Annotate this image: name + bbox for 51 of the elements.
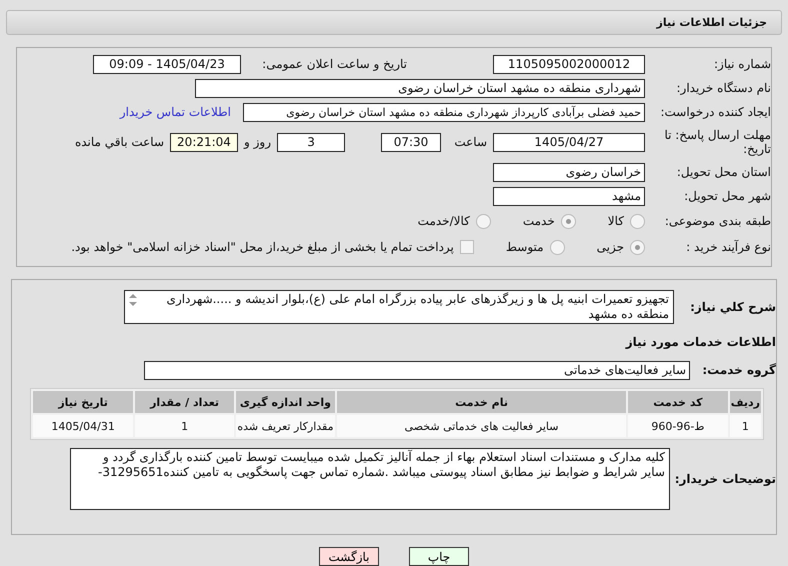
column-header: کد خدمت	[628, 391, 728, 413]
table-cell: 1	[730, 415, 761, 437]
column-header: ردیف	[730, 391, 761, 413]
field-label: ایجاد کننده درخواست:	[659, 105, 771, 119]
back-button[interactable]: بازگشت	[319, 547, 379, 566]
column-header: تعداد / مقدار	[135, 391, 234, 413]
category-radio[interactable]: خدمت	[522, 214, 576, 228]
process-radio[interactable]: متوسط	[506, 240, 565, 254]
deadline-date-field: 1405/04/27	[493, 132, 645, 152]
province-field: خراسان رضوی	[493, 162, 645, 182]
table-cell: ط-96-960	[628, 415, 728, 437]
field-label: توضیحات خریدار:	[676, 472, 776, 486]
field-label: شهر محل تحویل:	[683, 189, 771, 203]
buyer-field: شهرداری منطقه ده مشهد استان خراسان رضوی	[195, 78, 645, 98]
print-button[interactable]: چاپ	[409, 547, 469, 566]
category-radio[interactable]: کالا	[608, 214, 645, 228]
buyer-notes-textarea[interactable]: کلیه مدارک و مستندات اسناد استعلام بهاء از جمله آنالیز تکمیل شده میبایست توسط تامین کننده بارگذاری گردد و سایر شرایط و ضوابط نیز مطابق اسناد پیوستی میباشد .شماره تماس جهت پاسخگویی به تامین کننده31295651-	[70, 448, 670, 510]
time-label: ساعت	[453, 135, 487, 149]
buyer-contact-link[interactable]: اطلاعات تماس خریدار	[120, 105, 231, 119]
city-field: مشهد	[493, 186, 645, 206]
field-label: شرح کلي نیاز:	[689, 300, 776, 314]
column-header: تاریخ نیاز	[33, 391, 134, 413]
field-label: شماره نیاز:	[713, 57, 771, 71]
table-cell: سایر فعالیت های خدماتی شخصی	[336, 415, 626, 437]
remaining-time-field: 20:21:04	[170, 132, 238, 152]
days-field: 3	[277, 132, 345, 152]
creator-field: حمید فضلی برآبادی کارپرداز شهرداری منطقه ده مشهد استان خراسان رضوی	[243, 102, 645, 122]
field-label: نوع فرآیند خرید :	[685, 240, 771, 254]
days-label: روز و	[244, 135, 271, 149]
category-radio[interactable]: کالا/خدمت	[418, 214, 491, 228]
announce-date-field: 1405/04/23 - 09:09	[93, 54, 241, 74]
field-label: استان محل تحویل:	[676, 165, 771, 179]
table-cell: 1405/04/31	[33, 415, 134, 437]
remaining-label: ساعت باقي مانده	[74, 135, 164, 149]
process-radio[interactable]: جزیی	[596, 240, 645, 254]
table-cell: 1	[135, 415, 234, 437]
field-label: تاریخ و ساعت اعلان عمومی:	[261, 57, 407, 71]
field-label: گروه خدمت:	[701, 363, 776, 377]
section-heading: اطلاعات خدمات مورد نیاز	[626, 335, 776, 349]
treasury-checkbox[interactable]: پرداخت تمام یا بخشی از مبلغ خرید،از محل "اسناد خزانه اسلامی" خواهد بود.	[71, 240, 474, 254]
field-label: مهلت ارسال پاسخ: تا تاریخ:	[663, 128, 771, 156]
field-label: طبقه بندی موضوعی:	[664, 214, 771, 228]
description-textarea[interactable]: تجهیزو تعمیرات ابنیه پل ها و زیرگذرهای عابر پیاده بزرگراه امام علی (ع)،بلوار اندیشه و .....شهرداری منطقه ده مشهد	[124, 290, 674, 324]
need-number-field: 1105095002000012	[493, 54, 645, 74]
page-title: جزئیات اطلاعات نیاز	[656, 16, 767, 29]
column-header: نام خدمت	[336, 391, 626, 413]
deadline-time-field: 07:30	[381, 132, 441, 152]
field-label: نام دستگاه خریدار:	[676, 81, 771, 95]
column-header: واحد اندازه گیری	[236, 391, 335, 413]
table-cell: مقدارکار تعریف شده	[236, 415, 335, 437]
service-group-field: سایر فعالیت‌های خدماتی	[144, 360, 690, 380]
